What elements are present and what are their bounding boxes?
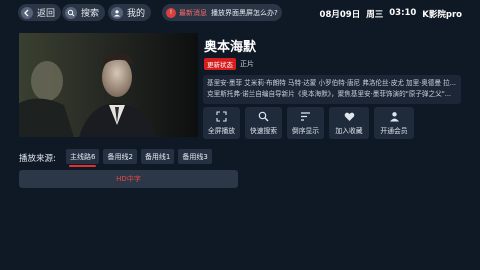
quality-label: 正片: [240, 60, 254, 68]
search-label: 搜索: [81, 9, 100, 19]
source-tab-backup-2[interactable]: 备用线2: [103, 149, 137, 164]
back-label: 返回: [37, 9, 56, 19]
notice-text: 播放界面黑屏怎么办?: [211, 8, 278, 17]
date-text: 08月09日: [319, 10, 361, 20]
favorite-label: 加入收藏: [335, 127, 363, 135]
movie-title: 奥本海默: [204, 40, 257, 55]
poster-image: [19, 33, 198, 137]
search-button[interactable]: 搜索: [62, 4, 106, 21]
status-clock: 08月09日 周三 03:10 K影院pro: [320, 8, 462, 20]
vip-button[interactable]: 开通会员: [374, 107, 414, 139]
action-bar: 全屏播放 快速搜索 倒序显示 加入收藏 开通会员: [203, 107, 414, 139]
search-icon: [258, 111, 269, 122]
heart-icon: [344, 112, 354, 121]
user-icon: [389, 112, 399, 122]
weekday-text: 周三: [366, 10, 384, 20]
movie-meta-row: 更新状态 正片: [204, 58, 254, 70]
sort-icon: [301, 112, 310, 121]
fullscreen-icon: [216, 111, 227, 122]
search-icon: [65, 6, 77, 19]
status-badge: 更新状态: [204, 58, 236, 70]
movie-description: 基里安·墨菲 艾米莉·布朗特 马特·达蒙 小罗伯特·唐尼 弗洛伦丝·皮尤 加里·…: [203, 75, 461, 104]
brand-text: K影院pro: [422, 10, 462, 20]
time-text: 03:10: [389, 8, 417, 18]
quick-search-button[interactable]: 快速搜索: [245, 107, 282, 139]
episode-item[interactable]: HD中字: [19, 170, 238, 188]
source-tab-main[interactable]: 主线路6: [66, 149, 100, 167]
fullscreen-button[interactable]: 全屏播放: [203, 107, 240, 139]
description-line-2: 克里斯托弗·诺兰自编自导新片《奥本海默》，聚焦基里安·墨菲饰演的"原子弹之父".…: [207, 90, 452, 98]
vip-label: 开通会员: [380, 127, 408, 135]
reverse-order-label: 倒序显示: [291, 127, 320, 135]
quick-search-label: 快速搜索: [249, 127, 278, 135]
back-button[interactable]: 返回: [18, 4, 62, 21]
fullscreen-label: 全屏播放: [207, 127, 236, 135]
notice-label: 最新消息: [179, 8, 207, 17]
reverse-order-button[interactable]: 倒序显示: [287, 107, 324, 139]
description-line-1: 基里安·墨菲 艾米莉·布朗特 马特·达蒙 小罗伯特·唐尼 弗洛伦丝·皮尤 加里·…: [207, 79, 457, 87]
user-icon: [111, 6, 123, 19]
top-bar: 返回 搜索 我的 ! 最新消息 播放界面黑屏怎么办? 08月09日 周三 03:…: [0, 0, 480, 26]
video-poster[interactable]: [19, 33, 198, 137]
mine-label: 我的: [127, 9, 146, 19]
favorite-button[interactable]: 加入收藏: [329, 107, 369, 139]
source-tab-backup-3[interactable]: 备用线3: [178, 149, 212, 164]
source-tab-backup-1[interactable]: 备用线1: [140, 149, 175, 164]
source-tabs: 主线路6 备用线2 备用线1 备用线3: [66, 149, 212, 167]
source-label: 播放来源:: [19, 154, 56, 164]
bell-icon: !: [166, 7, 176, 18]
mine-button[interactable]: 我的: [108, 4, 152, 21]
back-icon: [21, 6, 33, 19]
episode-label: HD中字: [116, 175, 141, 183]
notice-bar[interactable]: ! 最新消息 播放界面黑屏怎么办?: [162, 4, 282, 21]
